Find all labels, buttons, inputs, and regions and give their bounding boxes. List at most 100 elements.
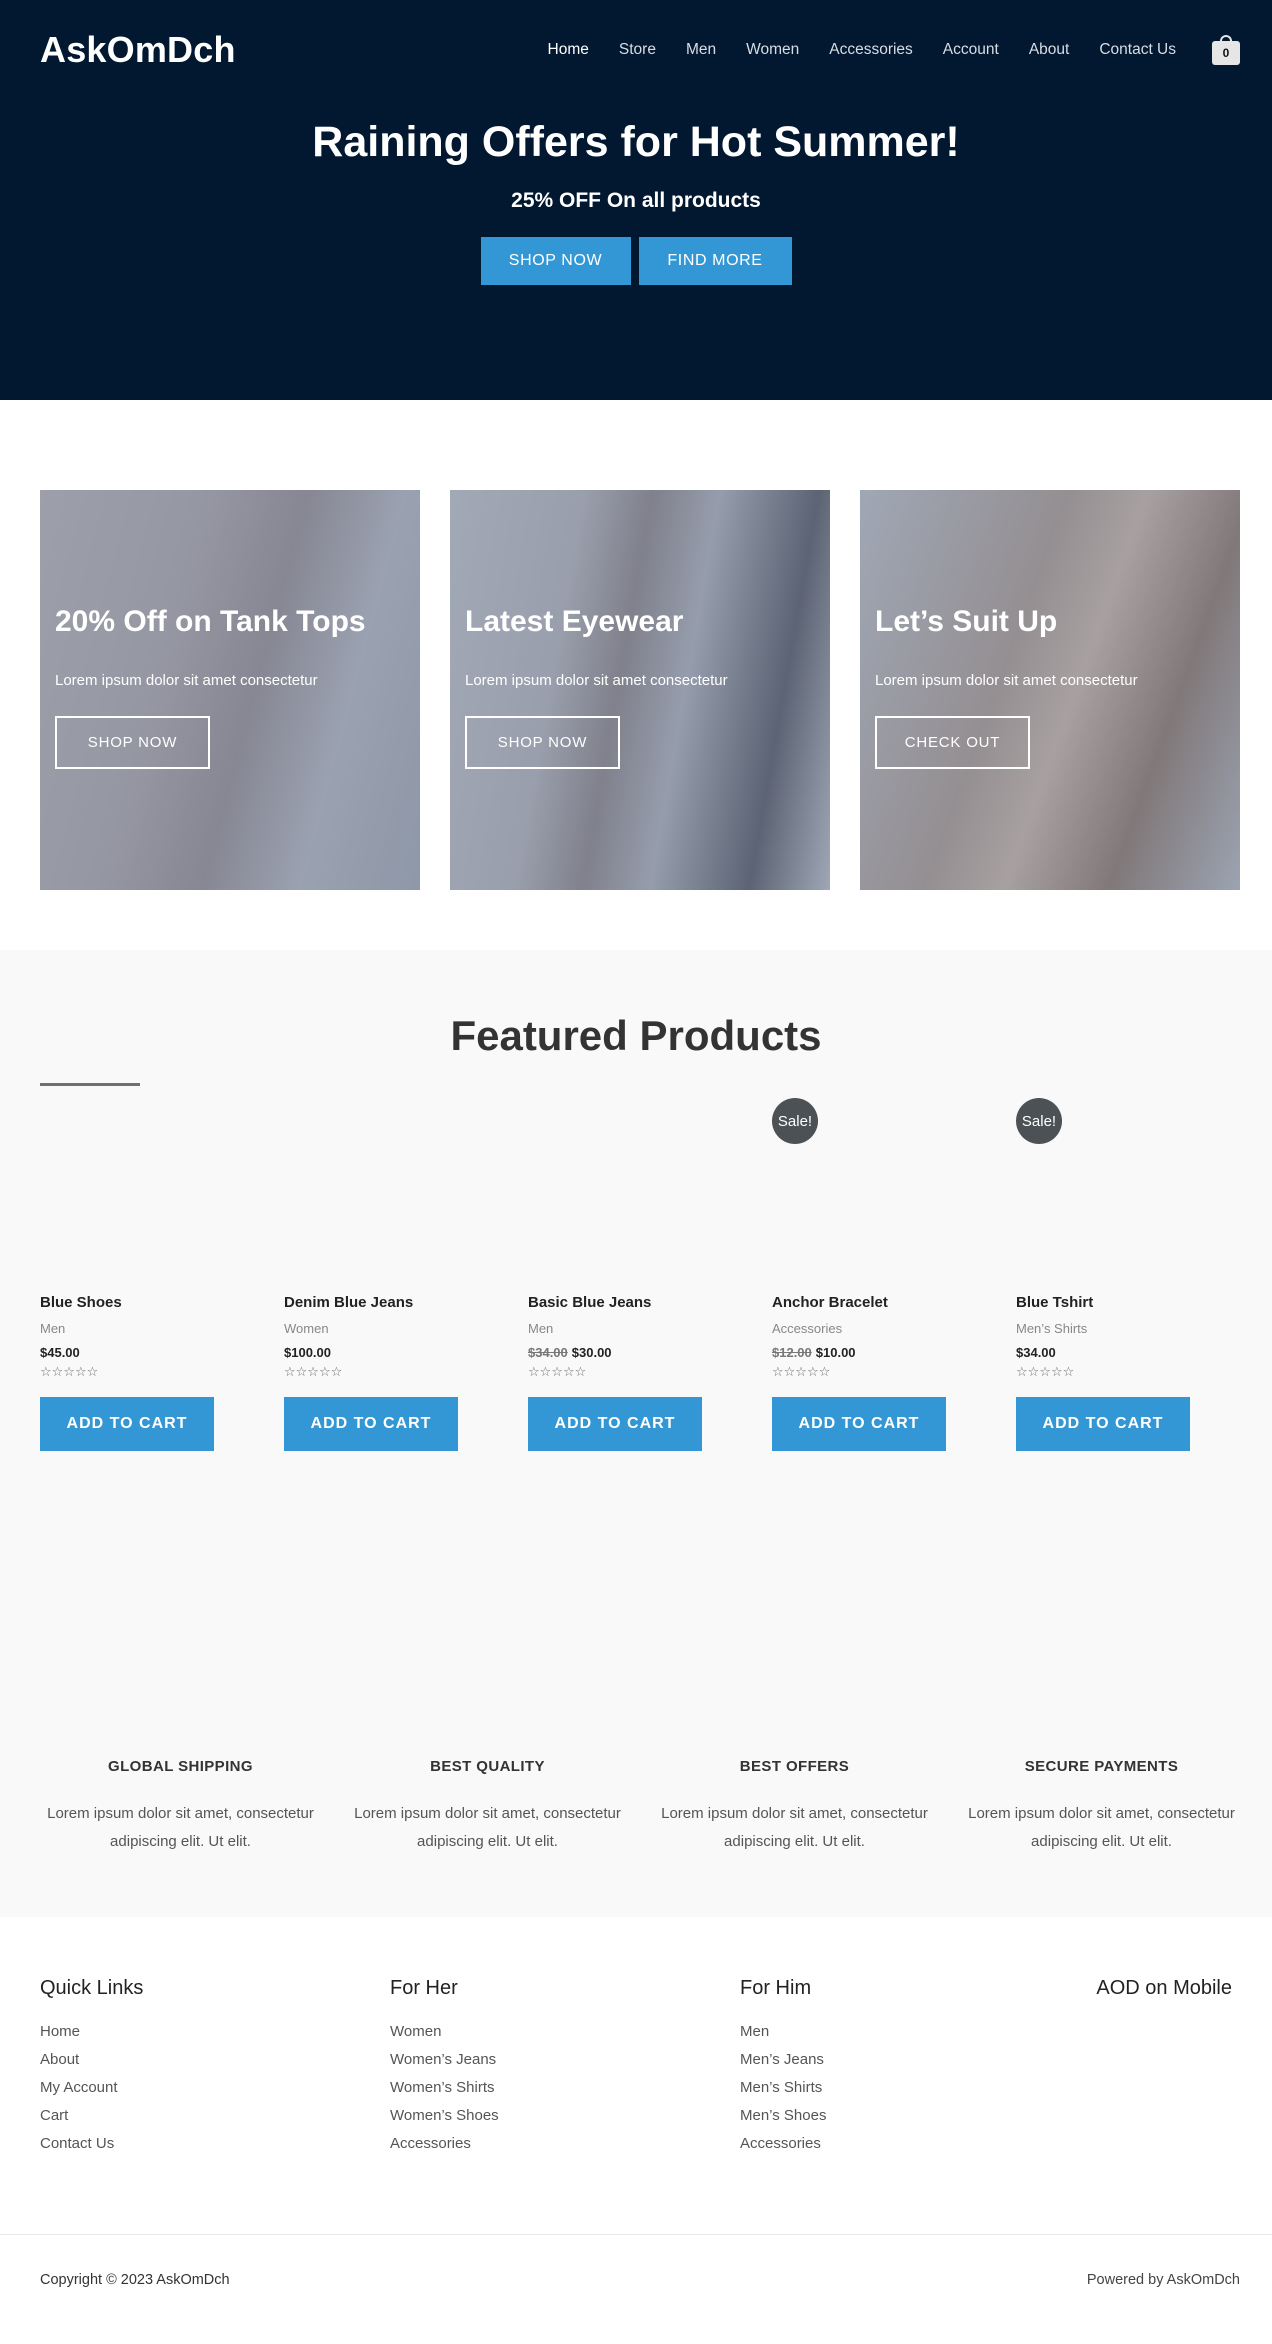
site-logo[interactable]: AskOmDch bbox=[40, 29, 236, 71]
footer-link-womens-shoes[interactable]: Women’s Shoes bbox=[390, 2102, 499, 2130]
star-rating-icon: ☆☆☆☆☆ bbox=[772, 1364, 831, 1379]
product-card: Denim Blue Jeans Women $100.00 ☆☆☆☆☆ ADD… bbox=[284, 1098, 458, 1498]
footer-link-about[interactable]: About bbox=[40, 2046, 143, 2074]
footer-for-him: For Him Men Men’s Jeans Men’s Shirts Men… bbox=[740, 1977, 826, 2158]
product-old-price: $12.00 bbox=[772, 1345, 812, 1360]
footer-heading: AOD on Mobile bbox=[1096, 1977, 1232, 1999]
star-rating-icon: ☆☆☆☆☆ bbox=[284, 1364, 343, 1379]
footer-bottom-bar: Copyright © 2023 AskOmDch Powered by Ask… bbox=[0, 2234, 1272, 2344]
promo-shop-now-button[interactable]: SHOP NOW bbox=[465, 716, 620, 769]
promo-card-tank-tops[interactable]: 20% Off on Tank Tops Lorem ipsum dolor s… bbox=[40, 490, 420, 890]
product-current-price: $45.00 bbox=[40, 1345, 80, 1360]
promo-description: Lorem ipsum dolor sit amet consectetur bbox=[875, 672, 1138, 689]
nav-home[interactable]: Home bbox=[548, 41, 589, 59]
cart-button[interactable]: 0 bbox=[1212, 35, 1240, 65]
product-name[interactable]: Basic Blue Jeans bbox=[528, 1294, 651, 1311]
product-card: Sale! Anchor Bracelet Accessories $12.00… bbox=[772, 1098, 946, 1498]
add-to-cart-button[interactable]: ADD TO CART bbox=[284, 1397, 458, 1451]
feature-text: Lorem ipsum dolor sit amet, consectetur a… bbox=[661, 1805, 928, 1850]
feature-text: Lorem ipsum dolor sit amet, consectetur a… bbox=[47, 1805, 314, 1850]
feature-title: SECURE PAYMENTS bbox=[1024, 1758, 1179, 1775]
footer-link-my-account[interactable]: My Account bbox=[40, 2074, 143, 2102]
shop-now-button[interactable]: SHOP NOW bbox=[480, 237, 631, 285]
nav-contact-us[interactable]: Contact Us bbox=[1099, 41, 1176, 59]
nav-store[interactable]: Store bbox=[619, 41, 656, 59]
find-more-button[interactable]: FIND MORE bbox=[638, 237, 792, 285]
promo-content: Let’s Suit Up Lorem ipsum dolor sit amet… bbox=[875, 605, 1230, 769]
footer-link-contact-us[interactable]: Contact Us bbox=[40, 2130, 143, 2158]
promo-card-suit-up[interactable]: Let’s Suit Up Lorem ipsum dolor sit amet… bbox=[860, 490, 1240, 890]
feature-title: BEST QUALITY bbox=[430, 1758, 545, 1775]
promo-shop-now-button[interactable]: SHOP NOW bbox=[55, 716, 210, 769]
star-rating-icon: ☆☆☆☆☆ bbox=[1016, 1364, 1075, 1379]
footer-link-womens-shirts[interactable]: Women’s Shirts bbox=[390, 2074, 499, 2102]
add-to-cart-button[interactable]: ADD TO CART bbox=[40, 1397, 214, 1451]
footer-heading: For Her bbox=[390, 1977, 458, 1999]
footer-link-cart[interactable]: Cart bbox=[40, 2102, 143, 2130]
footer-link-mens-shoes[interactable]: Men’s Shoes bbox=[740, 2102, 826, 2130]
product-current-price: $100.00 bbox=[284, 1345, 331, 1360]
footer-link-mens-jeans[interactable]: Men’s Jeans bbox=[740, 2046, 826, 2074]
nav-men[interactable]: Men bbox=[686, 41, 716, 59]
product-card: Sale! Blue Tshirt Men’s Shirts $34.00 ☆☆… bbox=[1016, 1098, 1190, 1498]
promo-description: Lorem ipsum dolor sit amet consectetur bbox=[465, 672, 728, 689]
product-card: Basic Blue Jeans Men $34.00 $30.00 ☆☆☆☆☆ … bbox=[528, 1098, 702, 1498]
product-old-price: $34.00 bbox=[528, 1345, 568, 1360]
feature-best-quality: BEST QUALITY Lorem ipsum dolor sit amet,… bbox=[334, 1758, 641, 1856]
nav-account[interactable]: Account bbox=[943, 41, 999, 59]
product-category: Accessories bbox=[772, 1321, 843, 1336]
nav-accessories[interactable]: Accessories bbox=[829, 41, 913, 59]
product-category: Men bbox=[528, 1321, 554, 1336]
title-divider bbox=[40, 1083, 140, 1086]
feature-best-offers: BEST OFFERS Lorem ipsum dolor sit amet, … bbox=[641, 1758, 948, 1856]
product-category: Men bbox=[40, 1321, 66, 1336]
footer-link-accessories[interactable]: Accessories bbox=[740, 2130, 826, 2158]
footer-link-accessories[interactable]: Accessories bbox=[390, 2130, 499, 2158]
powered-by-text: Powered by AskOmDch bbox=[1086, 2272, 1240, 2288]
star-rating-icon: ☆☆☆☆☆ bbox=[40, 1364, 99, 1379]
hero-banner: AskOmDch Home Store Men Women Accessorie… bbox=[0, 0, 1272, 400]
feature-text: Lorem ipsum dolor sit amet, consectetur a… bbox=[968, 1805, 1235, 1850]
product-name[interactable]: Blue Tshirt bbox=[1016, 1294, 1093, 1311]
footer-mobile: AOD on Mobile bbox=[1096, 1977, 1232, 2000]
footer-for-her: For Her Women Women’s Jeans Women’s Shir… bbox=[390, 1977, 499, 2158]
product-name[interactable]: Denim Blue Jeans bbox=[284, 1294, 413, 1311]
product-price: $45.00 bbox=[40, 1345, 80, 1360]
nav-women[interactable]: Women bbox=[746, 41, 799, 59]
product-name[interactable]: Blue Shoes bbox=[40, 1294, 122, 1311]
hero-content: Raining Offers for Hot Summer! 25% OFF O… bbox=[0, 118, 1272, 285]
footer-link-womens-jeans[interactable]: Women’s Jeans bbox=[390, 2046, 499, 2074]
add-to-cart-button[interactable]: ADD TO CART bbox=[1016, 1397, 1190, 1451]
sale-badge: Sale! bbox=[772, 1098, 818, 1144]
product-current-price: $10.00 bbox=[815, 1345, 856, 1360]
product-price: $12.00 $10.00 bbox=[772, 1345, 856, 1360]
featured-products-section: Featured Products Blue Shoes Men $45.00 … bbox=[0, 950, 1272, 1917]
promo-check-out-button[interactable]: CHECK OUT bbox=[875, 716, 1030, 769]
footer-link-men[interactable]: Men bbox=[740, 2018, 826, 2046]
add-to-cart-button[interactable]: ADD TO CART bbox=[772, 1397, 946, 1451]
footer-heading: For Him bbox=[740, 1977, 812, 1999]
footer-link-mens-shirts[interactable]: Men’s Shirts bbox=[740, 2074, 826, 2102]
feature-text: Lorem ipsum dolor sit amet, consectetur a… bbox=[354, 1805, 621, 1850]
promo-card-eyewear[interactable]: Latest Eyewear Lorem ipsum dolor sit ame… bbox=[450, 490, 830, 890]
product-category: Women bbox=[284, 1321, 329, 1336]
add-to-cart-button[interactable]: ADD TO CART bbox=[528, 1397, 702, 1451]
footer-link-women[interactable]: Women bbox=[390, 2018, 499, 2046]
copyright-text: Copyright © 2023 AskOmDch bbox=[40, 2272, 230, 2288]
features-row: GLOBAL SHIPPING Lorem ipsum dolor sit am… bbox=[27, 1758, 1255, 1856]
site-header: AskOmDch Home Store Men Women Accessorie… bbox=[0, 0, 1272, 100]
sale-badge: Sale! bbox=[1016, 1098, 1062, 1144]
main-nav: Home Store Men Women Accessories Account… bbox=[518, 35, 1240, 65]
footer-heading: Quick Links bbox=[40, 1977, 144, 1999]
product-grid: Blue Shoes Men $45.00 ☆☆☆☆☆ ADD TO CART … bbox=[40, 1098, 1190, 1498]
feature-global-shipping: GLOBAL SHIPPING Lorem ipsum dolor sit am… bbox=[27, 1758, 334, 1856]
cart-count: 0 bbox=[1212, 41, 1240, 65]
product-name[interactable]: Anchor Bracelet bbox=[772, 1294, 888, 1311]
promo-title: Latest Eyewear bbox=[465, 605, 684, 638]
promo-title: Let’s Suit Up bbox=[875, 605, 1058, 638]
site-footer: Quick Links Home About My Account Cart C… bbox=[0, 1917, 1272, 2234]
footer-link-home[interactable]: Home bbox=[40, 2018, 143, 2046]
feature-title: BEST OFFERS bbox=[739, 1758, 850, 1775]
hero-buttons: SHOP NOW FIND MORE bbox=[0, 237, 1272, 285]
nav-about[interactable]: About bbox=[1029, 41, 1070, 59]
